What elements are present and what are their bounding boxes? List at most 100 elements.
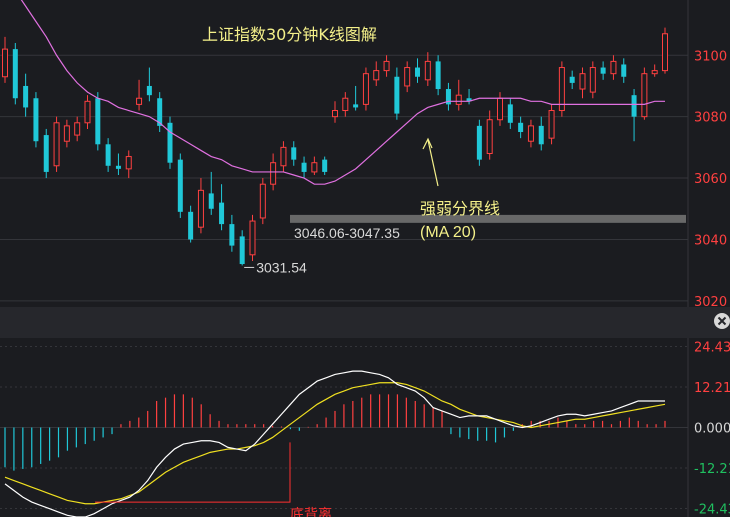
dif-line (4, 370, 665, 517)
candle (125, 150, 132, 179)
candle (249, 214, 256, 261)
candle-body (53, 122, 60, 167)
candle-body (548, 110, 555, 139)
candle (63, 119, 70, 148)
candle-body (415, 67, 420, 77)
divergence-label: 底背离 (290, 506, 332, 517)
macd-tick-labels: 24.43 12.21 0.000 -12.21 -24.43 (694, 341, 730, 517)
candle-body (188, 211, 194, 240)
candle-body (95, 98, 101, 145)
ma-callout-title: 强弱分界线 (420, 199, 500, 218)
candle (455, 79, 462, 111)
candle (322, 156, 328, 175)
candle (301, 156, 307, 179)
candle-body (74, 122, 81, 136)
candle (53, 116, 60, 172)
price-tick-label: 3080 (694, 111, 727, 126)
zone-label: 3046.06-3047.35 (294, 225, 400, 241)
candle (167, 116, 173, 169)
candle (105, 138, 111, 172)
candle (641, 67, 648, 120)
low-label: 3031.54 (256, 259, 307, 275)
candle-body (507, 104, 513, 123)
candle-body (518, 122, 524, 133)
candle-body (43, 135, 49, 172)
candle-body (404, 67, 411, 87)
candle-body (249, 220, 256, 256)
candle-body (208, 193, 214, 209)
candle-body (497, 97, 503, 121)
candle (259, 178, 266, 225)
candle (219, 184, 225, 231)
macd-tick-label: 12.21 (694, 381, 730, 396)
chart-title: 上证指数30分钟K线图解 (202, 25, 377, 44)
candle-body (136, 97, 143, 105)
candle (74, 116, 81, 142)
candle (610, 55, 617, 80)
candle-body (651, 70, 658, 75)
candle-body (167, 122, 173, 163)
candle-body (311, 162, 318, 173)
candle-body (600, 67, 606, 74)
candle (362, 67, 369, 111)
candle-body (435, 61, 441, 90)
candle (280, 141, 287, 172)
price-tick-label: 3100 (694, 49, 727, 64)
candle-body (125, 156, 132, 170)
candle (12, 42, 18, 105)
price-panel: 30203040306030803100 上证指数30分钟K线图解 3046.0… (0, 0, 727, 517)
candle-body (197, 189, 204, 228)
candle (2, 36, 8, 83)
ma-arrow (427, 139, 439, 187)
close-button[interactable] (714, 313, 730, 329)
candle (311, 156, 318, 175)
candle (435, 55, 441, 96)
candle-body (610, 60, 617, 75)
candle-body (332, 110, 338, 118)
candle (95, 92, 101, 151)
divergence-bracket (95, 442, 291, 503)
candle (404, 61, 411, 93)
candle (569, 70, 575, 90)
dea-line (4, 382, 666, 505)
candle (33, 92, 39, 148)
macd-tick-label: -12.21 (694, 462, 730, 477)
candle-body (631, 95, 637, 117)
candle-body (527, 125, 534, 142)
candle (229, 214, 235, 252)
candle (136, 79, 143, 111)
candle (353, 85, 359, 111)
candle (84, 95, 91, 129)
price-tick-labels: 30203040306030803100 (694, 49, 727, 310)
candle-body (115, 165, 121, 169)
ma-callout-subtitle: (MA 20) (420, 224, 476, 241)
price-tick-label: 3060 (694, 172, 727, 187)
candle-body (259, 183, 266, 219)
panel-separator (0, 307, 730, 338)
candle-body (23, 85, 29, 108)
candle-body (342, 97, 349, 112)
candle-body (105, 144, 111, 166)
candle-body (455, 94, 462, 105)
candle (579, 67, 586, 99)
candle (507, 98, 513, 129)
candle (115, 153, 121, 175)
candle (538, 116, 544, 151)
candle (23, 73, 29, 117)
candle-body (353, 104, 359, 108)
candle-body (538, 125, 544, 145)
macd-tick-label: -24.43 (694, 502, 730, 517)
candle-body (641, 73, 648, 118)
candle (445, 82, 451, 111)
candle (466, 89, 472, 105)
candle (651, 64, 658, 77)
candle (548, 104, 555, 145)
candle-body (394, 76, 400, 114)
candle-body (383, 60, 390, 72)
candle-body (229, 224, 235, 246)
candle (600, 61, 606, 80)
candle-body (2, 48, 8, 78)
candle-body (33, 98, 39, 142)
candle (373, 61, 380, 86)
kline-chart: 30203040306030803100 上证指数30分钟K线图解 3046.0… (0, 0, 730, 517)
